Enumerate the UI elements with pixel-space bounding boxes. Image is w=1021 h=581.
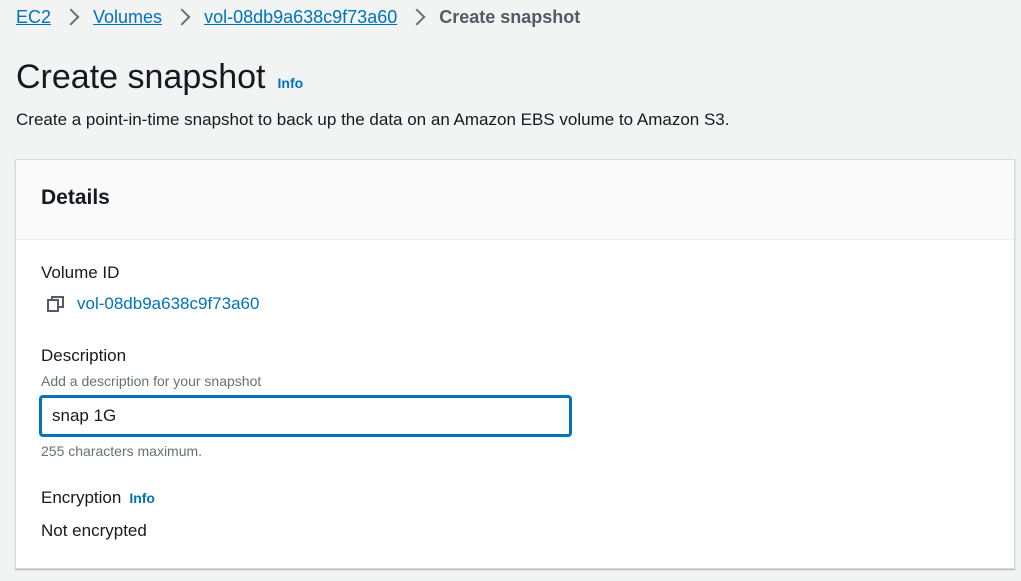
details-panel: Details Volume ID vol-08db9a638c9f73a60 … [15, 159, 1015, 569]
chevron-right-icon [62, 8, 80, 26]
description-input[interactable] [40, 396, 571, 436]
encryption-label-row: Encryption Info [41, 488, 155, 508]
encryption-label: Encryption [41, 488, 122, 507]
title-info-link[interactable]: Info [278, 75, 304, 91]
volume-id-link[interactable]: vol-08db9a638c9f73a60 [77, 294, 259, 314]
description-label: Description [41, 346, 127, 365]
breadcrumb-volume-id[interactable]: vol-08db9a638c9f73a60 [204, 7, 397, 28]
volume-id-label: Volume ID [41, 263, 120, 282]
description-hint: Add a description for your snapshot [41, 373, 262, 389]
details-title: Details [41, 186, 110, 209]
breadcrumb-volumes[interactable]: Volumes [93, 7, 162, 28]
copy-icon[interactable] [46, 294, 66, 314]
encryption-info-link[interactable]: Info [129, 490, 155, 506]
details-panel-header: Details [16, 160, 1014, 240]
chevron-right-icon [408, 8, 426, 26]
chevron-right-icon [173, 8, 191, 26]
breadcrumb: EC2 Volumes vol-08db9a638c9f73a60 Create… [16, 6, 580, 28]
page-title: Create snapshot [16, 58, 266, 96]
encryption-value: Not encrypted [41, 521, 147, 540]
breadcrumb-ec2[interactable]: EC2 [16, 7, 51, 28]
description-constraint: 255 characters maximum. [41, 443, 203, 459]
volume-id-row: vol-08db9a638c9f73a60 [46, 294, 259, 314]
breadcrumb-current: Create snapshot [439, 6, 581, 27]
page-header: Create snapshot Info [16, 58, 303, 97]
page-description: Create a point-in-time snapshot to back … [16, 110, 730, 129]
